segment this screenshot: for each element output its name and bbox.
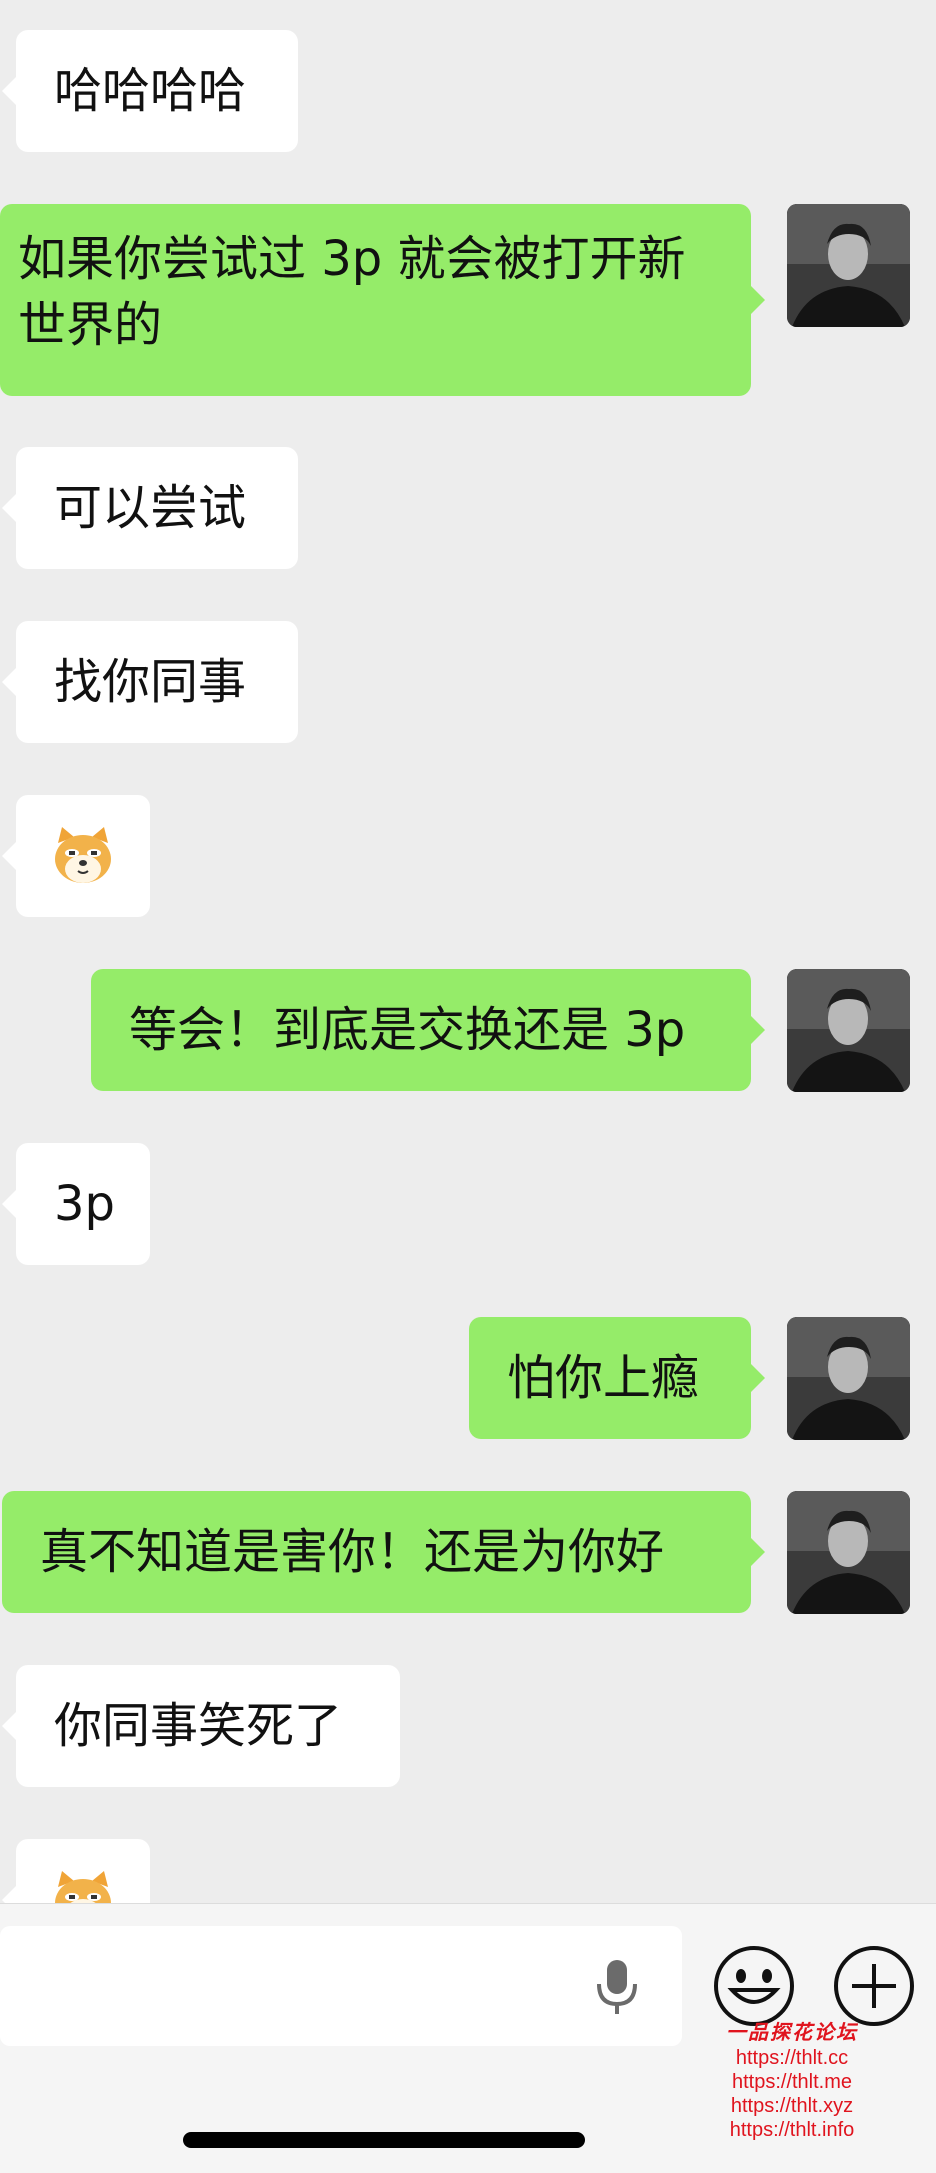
avatar[interactable]: [787, 204, 910, 327]
message-text: 怕你上瘾: [507, 1350, 700, 1406]
message-input[interactable]: [0, 1926, 682, 2046]
home-indicator[interactable]: [183, 2132, 585, 2148]
doge-face-icon: [55, 1871, 111, 1903]
incoming-message-bubble[interactable]: 哈哈哈哈: [2, 30, 298, 152]
incoming-message-bubble[interactable]: 3p: [2, 1143, 150, 1265]
message-text: 找你同事: [54, 654, 247, 710]
incoming-message-bubble[interactable]: 可以尝试: [2, 447, 298, 569]
avatar[interactable]: [787, 969, 910, 1092]
watermark-link: https://thlt.xyz: [730, 2095, 854, 2117]
doge-face-icon: [55, 827, 111, 883]
avatar-photo: [787, 1491, 910, 1614]
message-text: 等会！到底是交换还是 3p: [129, 1002, 686, 1058]
message-text: 3p: [54, 1176, 116, 1232]
more-button[interactable]: [832, 1944, 916, 2028]
emoji-button[interactable]: [712, 1944, 796, 2028]
emoji-face-icon: [714, 1946, 794, 2026]
message-text: 真不知道是害你！还是为你好: [40, 1524, 665, 1580]
message-text: 哈哈哈哈: [54, 63, 247, 119]
watermark-link: https://thlt.me: [731, 2071, 853, 2093]
chat-message-list[interactable]: 哈哈哈哈 如果你尝试过 3p 就会被打开新世界的 可以尝试 找你同事 等会！到底…: [0, 0, 936, 1903]
incoming-sticker-bubble[interactable]: [2, 795, 150, 917]
avatar-photo: [787, 1317, 910, 1440]
avatar[interactable]: [787, 1317, 910, 1440]
plus-icon: [834, 1946, 914, 2026]
watermark-link: https://thlt.info: [729, 2119, 855, 2141]
incoming-message-bubble[interactable]: 你同事笑死了: [2, 1665, 400, 1787]
message-text: 可以尝试: [54, 480, 247, 536]
outgoing-message-bubble[interactable]: 等会！到底是交换还是 3p: [91, 969, 765, 1091]
avatar[interactable]: [787, 1491, 910, 1614]
watermark: 一品探花论坛 https://thlt.cc https://thlt.me h…: [712, 2018, 872, 2142]
voice-button[interactable]: [582, 1950, 652, 2022]
outgoing-message-bubble[interactable]: 如果你尝试过 3p 就会被打开新世界的: [0, 204, 765, 396]
avatar-photo: [787, 204, 910, 327]
watermark-link: https://thlt.cc: [735, 2047, 849, 2069]
avatar-photo: [787, 969, 910, 1092]
outgoing-message-bubble[interactable]: 怕你上瘾: [469, 1317, 765, 1439]
incoming-message-bubble[interactable]: 找你同事: [2, 621, 298, 743]
watermark-title: 一品探花论坛: [726, 2020, 858, 2044]
microphone-icon: [597, 1960, 637, 2014]
message-text: 你同事笑死了: [54, 1698, 343, 1754]
outgoing-message-bubble[interactable]: 真不知道是害你！还是为你好: [2, 1491, 765, 1613]
incoming-sticker-bubble[interactable]: [2, 1839, 150, 1903]
message-text: 如果你尝试过 3p 就会被打开新世界的: [18, 231, 686, 353]
